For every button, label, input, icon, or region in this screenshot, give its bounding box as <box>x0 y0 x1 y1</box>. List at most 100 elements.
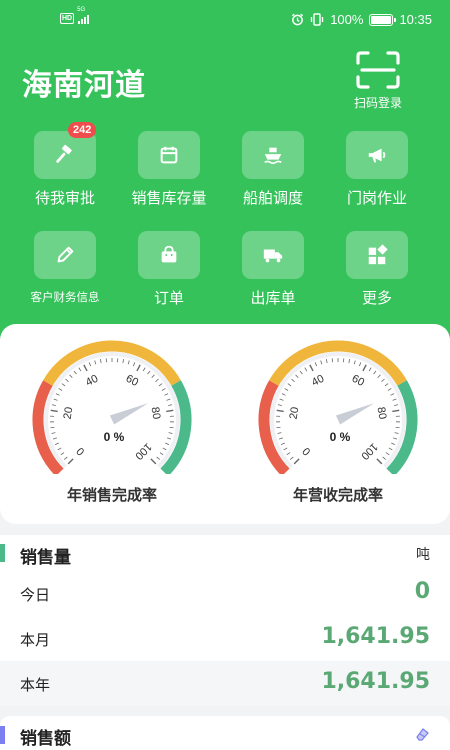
gauge-tick <box>166 409 174 413</box>
gauge-tick <box>393 437 398 440</box>
gauge-tick <box>277 432 282 434</box>
scan-login-button[interactable]: 扫码登录 <box>340 50 416 111</box>
gauge-tick <box>151 374 155 378</box>
gauge-tick <box>156 456 161 460</box>
gauge-tick <box>291 378 295 382</box>
gauge-tick-label: 60 <box>350 373 366 389</box>
gauge-tick <box>358 362 362 367</box>
row-label: 今日 <box>20 587 51 604</box>
grid-item-customer-finance[interactable]: 客户财务信息 <box>15 231 115 305</box>
gauge-tick <box>388 447 393 451</box>
annual-sales-gauge: 0 20 40 60 80 100 0 % 年销售完成率 <box>12 324 212 524</box>
truck-icon <box>263 249 283 263</box>
gauge-tick <box>281 393 286 396</box>
gauge-tick <box>287 383 292 387</box>
sales-volume-section: 销售量 吨 今日 0 本月 1,641.95 本年 1,641.95 <box>0 535 450 706</box>
gauge-value: 0 % <box>103 430 125 444</box>
hd-badge: HD <box>60 13 75 24</box>
table-row: 本月 1,641.95 <box>0 616 450 661</box>
gauge-tick <box>94 360 97 365</box>
gauge-tick <box>377 374 381 378</box>
gauge-tick <box>165 442 170 445</box>
gauge-tick <box>55 393 60 396</box>
grid-item-label: 出库单 <box>250 290 296 307</box>
gauge-tick-label: 0 <box>74 445 87 458</box>
gauge-tick <box>57 447 62 451</box>
grid-item-sales-inventory[interactable]: 销售库存量 <box>119 131 219 208</box>
section-title: 销售量 <box>20 548 71 567</box>
gauge-tick <box>50 409 58 413</box>
gauge-tick <box>73 370 77 375</box>
gauge-tick <box>376 458 383 465</box>
tile <box>34 231 96 279</box>
tile: 242 <box>34 122 97 179</box>
tile <box>346 131 408 179</box>
gauge-tick <box>60 452 65 456</box>
gauge-card: 0 20 40 60 80 100 0 % 年销售完成率 0 20 40 60 80 100 0 %… <box>0 324 450 524</box>
gauge-tick <box>384 383 389 387</box>
gauge-tick <box>63 456 68 460</box>
grid-item-approval[interactable]: 242 待我审批 <box>15 122 115 208</box>
grid-item-delivery-note[interactable]: 出库单 <box>223 231 323 308</box>
gauge-tick <box>392 409 400 413</box>
gauge-tick <box>162 447 167 451</box>
grid-item-label: 更多 <box>361 290 392 307</box>
gauge-tick-label: 100 <box>132 440 153 461</box>
vibrate-icon <box>311 13 324 26</box>
grid-item-more[interactable]: 更多 <box>327 231 427 308</box>
gauge-tick <box>280 442 285 445</box>
gauge-tick <box>279 398 284 401</box>
gauge-band-mid <box>43 340 181 386</box>
gauge-tick <box>373 370 377 375</box>
battery-percent: 100% <box>330 12 364 27</box>
gauge-tick <box>78 367 82 372</box>
gauge-tick <box>381 378 385 382</box>
tile <box>138 231 200 279</box>
tile <box>242 131 304 179</box>
gauge-tick <box>299 370 303 375</box>
gauge-tick <box>309 364 314 372</box>
gauge-tick-label: 0 <box>300 445 313 458</box>
gauge-tick <box>382 456 387 460</box>
row-value: 1,641.95 <box>321 669 430 694</box>
gauge-needle <box>109 403 149 425</box>
grid-item-label: 门岗作业 <box>346 190 407 207</box>
gauge-tick <box>167 437 172 440</box>
eraser-icon[interactable] <box>414 726 430 747</box>
gavel-icon <box>56 144 72 163</box>
gauge-tick <box>58 388 63 391</box>
gauge-tick <box>277 404 282 406</box>
scan-icon <box>354 50 402 90</box>
gauge-value: 0 % <box>329 430 351 444</box>
signal-icon: 5G <box>77 7 90 24</box>
row-label: 本年 <box>20 677 51 694</box>
gauge-tick <box>164 393 169 396</box>
grid-item-gate-operation[interactable]: 门岗作业 <box>327 131 427 208</box>
grid-item-orders[interactable]: 订单 <box>119 231 219 308</box>
gauge-tick <box>51 432 56 434</box>
gauge-tick <box>390 393 395 396</box>
grid-item-ship-dispatch[interactable]: 船舶调度 <box>223 131 323 208</box>
gauge-tick-label: 80 <box>149 406 163 420</box>
gauge-tick <box>169 426 174 429</box>
unit-label: 吨 <box>416 546 430 562</box>
gauge-tick <box>159 452 164 456</box>
section-title: 销售额 <box>20 729 71 748</box>
megaphone-icon <box>368 148 386 163</box>
gauge-tick <box>67 458 74 465</box>
section-accent-bar <box>0 726 5 744</box>
gauge-tick-label: 20 <box>288 406 302 420</box>
gauge-tick <box>142 367 146 372</box>
section-accent-bar <box>0 544 5 562</box>
gauge-tick-label: 60 <box>124 373 140 389</box>
gauge-tick <box>293 458 300 465</box>
gauge-tick <box>278 437 283 440</box>
grid-item-label: 船舶调度 <box>242 190 303 207</box>
table-row: 今日 0 <box>0 571 450 616</box>
annual-revenue-gauge: 0 20 40 60 80 100 0 % 年营收完成率 <box>238 324 438 524</box>
row-value: 0 <box>414 579 430 604</box>
gauge-tick <box>276 409 284 413</box>
gauge-tick-label: 20 <box>62 406 76 420</box>
gauge-tick <box>161 388 166 391</box>
header: HD 5G 100% 10:35 海南河道 扫码登录 242 待我审批 销售库存… <box>0 0 450 340</box>
